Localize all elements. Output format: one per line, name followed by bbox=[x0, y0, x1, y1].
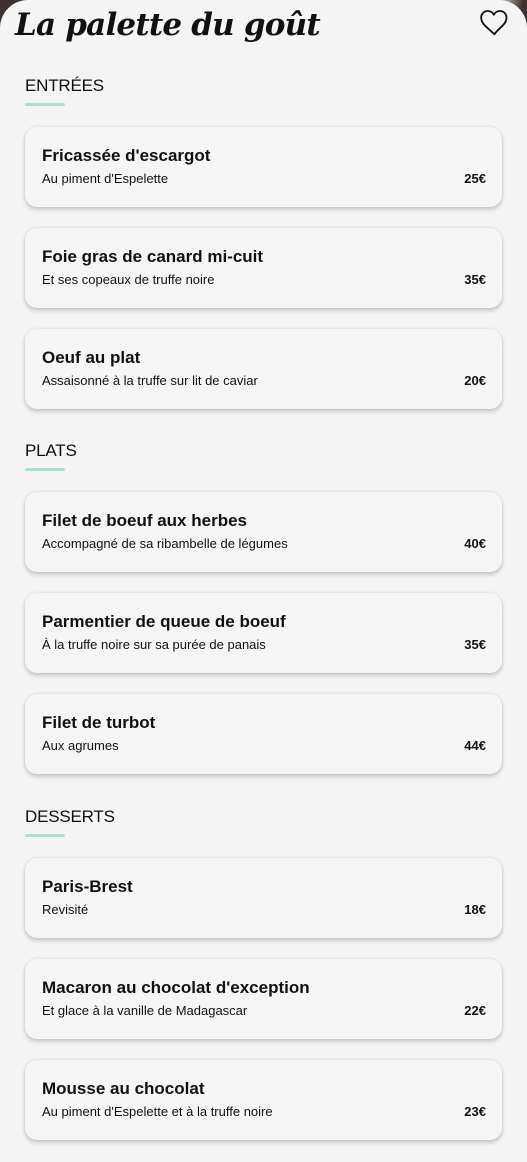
dish-description: Accompagné de sa ribambelle de légumes bbox=[42, 536, 288, 551]
section-title: ENTRÉES bbox=[25, 76, 104, 95]
dish-name: Mousse au chocolat bbox=[42, 1079, 205, 1098]
menu-item-card[interactable]: Macaron au chocolat d'exception Et glace… bbox=[25, 959, 502, 1039]
dish-price: 22€ bbox=[464, 1003, 486, 1018]
dish-description: Assaisonné à la truffe sur lit de caviar bbox=[42, 373, 258, 388]
dish-price: 35€ bbox=[464, 272, 486, 287]
dish-description: Au piment d'Espelette bbox=[42, 171, 169, 186]
dish-description: Revisité bbox=[42, 902, 89, 917]
menu-screen: La palette du goût ENTRÉES Fricassée d'e… bbox=[0, 0, 527, 1162]
menu-item-card[interactable]: Paris-Brest Revisité 18€ bbox=[25, 858, 502, 938]
dish-name: Filet de turbot bbox=[42, 713, 156, 732]
section-underline bbox=[25, 103, 65, 106]
menu-item-card[interactable]: Fricassée d'escargot Au piment d'Espelet… bbox=[25, 127, 502, 207]
menu-item-card[interactable]: Foie gras de canard mi-cuit Et ses copea… bbox=[25, 228, 502, 308]
dish-price: 20€ bbox=[464, 373, 486, 388]
menu-list: Paris-Brest Revisité 18€ Macaron au choc… bbox=[25, 858, 502, 1140]
menu-list: Filet de boeuf aux herbes Accompagné de … bbox=[25, 492, 502, 774]
dish-name: Fricassée d'escargot bbox=[42, 146, 211, 165]
section-title: DESSERTS bbox=[25, 807, 115, 826]
section-title: PLATS bbox=[25, 441, 77, 460]
section-underline bbox=[25, 834, 65, 837]
dish-price: 40€ bbox=[464, 536, 486, 551]
menu-sheet: La palette du goût ENTRÉES Fricassée d'e… bbox=[0, 0, 527, 1162]
dish-description: À la truffe noire sur sa purée de panais bbox=[42, 637, 266, 652]
menu-item-card[interactable]: Parmentier de queue de boeuf À la truffe… bbox=[25, 593, 502, 673]
dish-price: 23€ bbox=[464, 1104, 486, 1119]
menu-list: Fricassée d'escargot Au piment d'Espelet… bbox=[25, 127, 502, 409]
dish-name: Paris-Brest bbox=[42, 877, 133, 896]
dish-name: Oeuf au plat bbox=[42, 348, 141, 367]
favorite-button[interactable] bbox=[479, 7, 509, 37]
dish-name: Filet de boeuf aux herbes bbox=[42, 511, 247, 530]
section-entrees: ENTRÉES Fricassée d'escargot Au piment d… bbox=[25, 77, 502, 409]
restaurant-title: La palette du goût bbox=[15, 7, 321, 43]
section-desserts: DESSERTS Paris-Brest Revisité 18€ Macaro… bbox=[25, 808, 502, 1140]
dish-price: 18€ bbox=[464, 902, 486, 917]
menu-item-card[interactable]: Filet de turbot Aux agrumes 44€ bbox=[25, 694, 502, 774]
dish-name: Foie gras de canard mi-cuit bbox=[42, 247, 264, 266]
heart-icon bbox=[479, 8, 510, 36]
section-underline bbox=[25, 468, 65, 471]
dish-description: Aux agrumes bbox=[42, 738, 119, 753]
dish-price: 25€ bbox=[464, 171, 486, 186]
dish-price: 35€ bbox=[464, 637, 486, 652]
menu-item-card[interactable]: Mousse au chocolat Au piment d'Espelette… bbox=[25, 1060, 502, 1140]
menu-item-card[interactable]: Filet de boeuf aux herbes Accompagné de … bbox=[25, 492, 502, 572]
dish-description: Au piment d'Espelette et à la truffe noi… bbox=[42, 1104, 273, 1119]
menu-item-card[interactable]: Oeuf au plat Assaisonné à la truffe sur … bbox=[25, 329, 502, 409]
dish-description: Et ses copeaux de truffe noire bbox=[42, 272, 215, 287]
dish-description: Et glace à la vanille de Madagascar bbox=[42, 1003, 248, 1018]
dish-price: 44€ bbox=[464, 738, 486, 753]
dish-name: Macaron au chocolat d'exception bbox=[42, 978, 310, 997]
section-plats: PLATS Filet de boeuf aux herbes Accompag… bbox=[25, 442, 502, 774]
dish-name: Parmentier de queue de boeuf bbox=[42, 612, 286, 631]
